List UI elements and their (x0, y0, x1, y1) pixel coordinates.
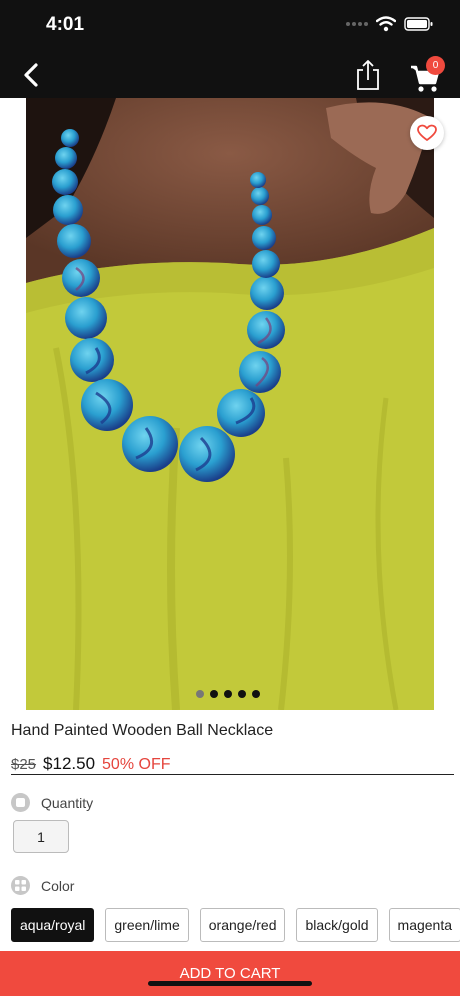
color-option-orange-red[interactable]: orange/red (199, 908, 286, 942)
heart-icon (417, 124, 437, 141)
status-indicators (346, 16, 434, 32)
share-button[interactable] (352, 58, 384, 92)
status-time: 4:01 (46, 14, 85, 35)
image-pager (196, 690, 260, 698)
signal-icon (346, 22, 368, 26)
cart-count-badge: 0 (426, 56, 445, 75)
palette-icon (11, 876, 30, 895)
color-option-green-lime[interactable]: green/lime (105, 908, 189, 942)
quantity-label: Quantity (41, 794, 94, 811)
color-option-aqua-royal[interactable]: aqua/royal (11, 908, 95, 942)
home-indicator (148, 981, 312, 986)
wifi-icon (376, 16, 396, 32)
color-section-label: Color (11, 876, 74, 895)
necklace-photo (26, 98, 434, 710)
price-row: $25 $12.50 50% OFF (11, 754, 454, 775)
chevron-left-icon (24, 63, 38, 87)
favorite-button[interactable] (410, 116, 444, 150)
discount-label: 50% OFF (102, 756, 171, 773)
back-button[interactable] (14, 58, 48, 92)
cart-button[interactable]: 0 (408, 56, 448, 94)
color-options: aqua/royal green/lime orange/red black/g… (11, 908, 460, 942)
add-to-cart-button[interactable]: ADD TO CART (0, 951, 460, 996)
battery-icon (404, 17, 433, 31)
status-bar: 4:01 (0, 0, 460, 50)
sale-price: $12.50 (43, 754, 96, 773)
pager-dot[interactable] (238, 690, 246, 698)
share-icon (357, 60, 379, 90)
color-option-magenta[interactable]: magenta (388, 908, 460, 942)
original-price: $25 (11, 756, 37, 773)
quantity-icon (11, 793, 30, 812)
color-label: Color (41, 877, 75, 894)
pager-dot[interactable] (252, 690, 260, 698)
product-image[interactable] (26, 98, 434, 710)
pager-dot[interactable] (196, 690, 204, 698)
nav-bar: 0 (0, 50, 460, 98)
quantity-section-label: Quantity (11, 793, 93, 812)
pager-dot[interactable] (224, 690, 232, 698)
pager-dot[interactable] (210, 690, 218, 698)
quantity-selector[interactable]: 1 (13, 820, 69, 853)
product-title: Hand Painted Wooden Ball Necklace (11, 722, 274, 739)
color-option-black-gold[interactable]: black/gold (296, 908, 378, 942)
